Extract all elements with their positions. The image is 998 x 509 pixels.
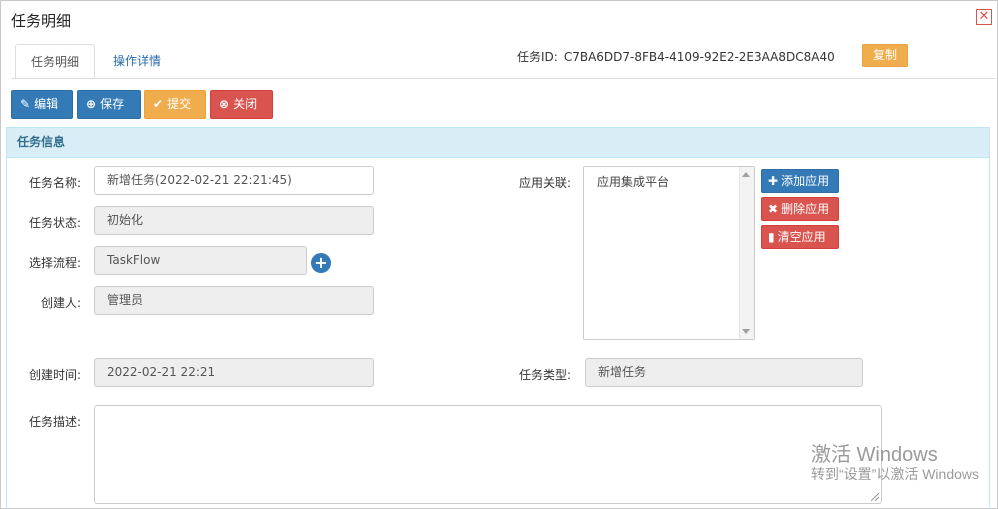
clear-app-button[interactable]: ▮ 清空应用 <box>761 225 839 249</box>
scroll-up-icon[interactable] <box>742 172 750 177</box>
clear-app-label: 清空应用 <box>777 230 826 244</box>
close-button[interactable]: ⊗ 关闭 <box>210 90 273 119</box>
delete-app-button[interactable]: ✖ 删除应用 <box>761 197 839 221</box>
list-item[interactable]: 应用集成平台 <box>597 173 669 190</box>
x-icon: ✖ <box>768 202 779 216</box>
scroll-down-icon[interactable] <box>742 329 750 334</box>
task-name-input[interactable]: 新增任务(2022-02-21 22:21:45) <box>94 166 374 195</box>
check-icon: ✔ <box>153 97 164 111</box>
add-flow-icon[interactable]: + <box>311 253 331 273</box>
save-button[interactable]: ⊕ 保存 <box>77 90 141 119</box>
tab-task-detail[interactable]: 任务明细 <box>15 44 95 79</box>
close-button-label: 关闭 <box>233 97 258 111</box>
resize-handle-icon[interactable] <box>871 493 879 501</box>
zoom-icon: ⊕ <box>86 97 97 111</box>
desc-label: 任务描述: <box>29 415 82 429</box>
task-id-label: 任务ID: <box>517 50 558 64</box>
tab-operation-detail[interactable]: 操作详情 <box>97 44 177 79</box>
edit-button-label: 编辑 <box>34 97 59 111</box>
circle-close-icon: ⊗ <box>219 97 230 111</box>
status-label: 任务状态: <box>29 216 82 230</box>
add-app-button[interactable]: ✚ 添加应用 <box>761 169 839 193</box>
task-status-field: 初始化 <box>94 206 374 235</box>
dialog-title: 任务明细 <box>11 12 72 30</box>
description-textarea[interactable] <box>94 405 882 504</box>
submit-button[interactable]: ✔ 提交 <box>144 90 206 119</box>
app-listbox[interactable]: 应用集成平台 <box>583 166 755 340</box>
flow-select[interactable]: TaskFlow <box>94 246 307 275</box>
created-time-field: 2022-02-21 22:21 <box>94 358 374 387</box>
save-button-label: 保存 <box>100 97 125 111</box>
add-app-label: 添加应用 <box>781 174 830 188</box>
task-type-field: 新增任务 <box>585 358 863 387</box>
panel-title: 任务信息 <box>7 128 989 158</box>
created-time-label: 创建时间: <box>29 368 82 382</box>
task-id-display: 任务ID: C7BA6DD7-8FB4-4109-92E2-2E3AA8DC8A4… <box>517 48 835 65</box>
listbox-scrollbar[interactable] <box>739 167 754 339</box>
flow-label: 选择流程: <box>29 256 82 270</box>
delete-app-label: 删除应用 <box>781 202 830 216</box>
task-id-value: C7BA6DD7-8FB4-4109-92E2-2E3AA8DC8A40 <box>563 50 835 64</box>
plus-icon: ✚ <box>768 174 779 188</box>
edit-button[interactable]: ✎ 编辑 <box>11 90 73 119</box>
tab-divider <box>11 78 995 79</box>
task-detail-dialog: 任务明细 ✕ 任务明细 操作详情 任务ID: C7BA6DD7-8FB4-4109… <box>0 0 998 509</box>
name-label: 任务名称: <box>29 176 82 190</box>
close-icon[interactable]: ✕ <box>976 9 992 25</box>
creator-field: 管理员 <box>94 286 374 315</box>
trash-icon: ▮ <box>768 230 775 244</box>
activation-watermark-title: 激活 Windows <box>811 444 938 466</box>
creator-label: 创建人: <box>41 296 82 310</box>
app-label: 应用关联: <box>519 176 572 190</box>
edit-icon: ✎ <box>20 97 31 111</box>
type-label: 任务类型: <box>519 368 572 382</box>
submit-button-label: 提交 <box>167 97 192 111</box>
copy-button[interactable]: 复制 <box>862 44 908 67</box>
activation-watermark-subtitle: 转到“设置”以激活 Windows <box>811 466 980 482</box>
